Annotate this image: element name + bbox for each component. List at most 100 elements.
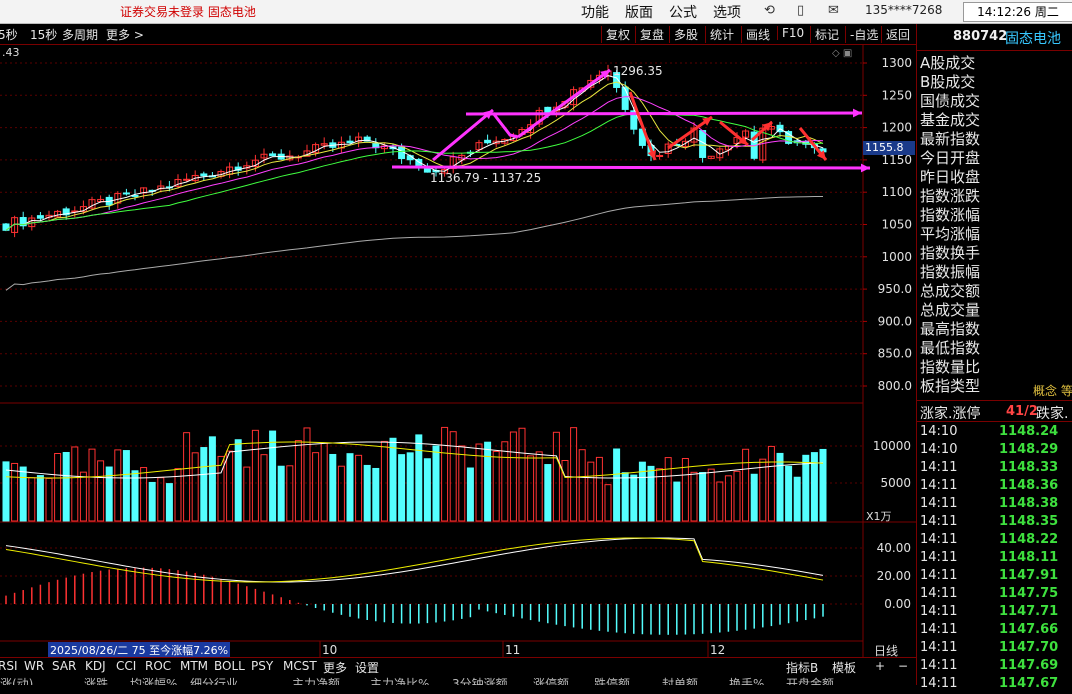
volume-bar — [251, 429, 259, 522]
tick-row: 14:11 1147.69 — [917, 658, 1072, 676]
volume-bar — [363, 464, 371, 522]
template-button[interactable]: 模板 — [832, 659, 856, 676]
col-6[interactable]: 3分钟涨额 — [452, 675, 508, 685]
col-7[interactable]: 涨停额 — [533, 675, 569, 685]
volume-axis-label: 5000 — [880, 476, 911, 490]
quote-field-label: B股成交 — [920, 73, 976, 91]
rise-label: 涨家.涨停 — [920, 406, 981, 422]
tick-price: 1147.66 — [999, 622, 1059, 637]
tab-kdj[interactable]: KDJ — [85, 659, 106, 673]
quote-field-label: 指数涨幅 — [920, 206, 981, 224]
price-axis-label: 850.0 — [878, 347, 912, 361]
tick-time: 14:11 — [920, 514, 958, 529]
volume-bar — [200, 447, 208, 522]
candle-body — [484, 139, 492, 144]
price-axis-label: 1150 — [881, 153, 912, 167]
volume-bar — [423, 458, 431, 522]
volume-bar — [690, 471, 698, 522]
quote-field-label: A股成交 — [920, 54, 976, 72]
rise-value: 41/2 — [1006, 404, 1038, 419]
indicator-tabs: RSI WR SAR KDJ CCI ROC MTM BOLL PSY MCST… — [0, 657, 916, 676]
volume-bar — [613, 448, 621, 522]
volume-bar — [527, 455, 535, 522]
tick-row: 14:10 1148.29 — [917, 442, 1072, 460]
quote-field-label: 最新指数 — [920, 130, 981, 148]
volume-bar — [88, 448, 96, 522]
volume-bar — [544, 464, 552, 522]
col-8[interactable]: 跌停额 — [594, 675, 630, 685]
volume-bar — [294, 440, 302, 522]
diamond-icon[interactable]: ◇ ▣ — [832, 48, 852, 59]
col-4[interactable]: 主力净额 — [292, 675, 340, 685]
tick-price: 1148.38 — [999, 496, 1059, 511]
candle-body — [36, 215, 44, 219]
volume-bar — [707, 468, 715, 522]
indicator-b[interactable]: 指标B — [786, 659, 818, 676]
type-value[interactable]: 概念 等 — [1033, 382, 1072, 399]
volume-bar — [398, 454, 406, 522]
volume-bar — [785, 465, 793, 522]
macd-line — [5, 537, 824, 583]
tick-time: 14:11 — [920, 604, 958, 619]
tab-roc[interactable]: ROC — [145, 659, 171, 673]
tab-more[interactable]: 更多 — [323, 659, 347, 676]
price-axis-label: 900.0 — [878, 314, 912, 328]
volume-bar — [699, 472, 707, 522]
tick-time: 14:11 — [920, 532, 958, 547]
tick-price: 1148.24 — [999, 424, 1059, 439]
tab-mcst[interactable]: MCST — [283, 659, 317, 673]
volume-bar — [759, 458, 767, 522]
tab-cci[interactable]: CCI — [116, 659, 136, 673]
divider — [917, 50, 1072, 51]
volume-bar — [226, 450, 234, 522]
price-axis-label: 1250 — [881, 88, 912, 102]
support-line-head — [860, 163, 870, 173]
candle-body — [656, 155, 664, 158]
volume-bar — [578, 449, 586, 522]
volume-bar — [337, 465, 345, 522]
volume-bar — [621, 472, 629, 522]
volume-bar — [750, 473, 758, 522]
col-1[interactable]: 涨跌 — [84, 675, 108, 685]
volume-bar — [269, 430, 277, 522]
volume-bar — [71, 446, 79, 522]
tab-sar[interactable]: SAR — [52, 659, 76, 673]
col-11[interactable]: 开盘金额 — [786, 675, 834, 685]
volume-bar — [11, 462, 19, 522]
divider — [917, 400, 1072, 401]
volume-bar — [518, 427, 526, 522]
tick-price: 1148.11 — [999, 550, 1059, 565]
tab-mtm[interactable]: MTM — [180, 659, 208, 673]
add-button[interactable]: + — [875, 659, 885, 673]
tab-boll[interactable]: BOLL — [214, 659, 245, 673]
tick-time: 14:11 — [920, 568, 958, 583]
col-0[interactable]: 涨(动) — [0, 675, 33, 685]
volume-bar — [191, 452, 199, 522]
quote-field-label: 总成交额 — [920, 282, 981, 300]
tick-row: 14:11 1147.67 — [917, 676, 1072, 694]
col-10[interactable]: 换手% — [729, 675, 764, 685]
tab-settings[interactable]: 设置 — [355, 659, 379, 676]
volume-bar — [355, 454, 363, 522]
volume-bar — [122, 450, 130, 522]
quote-field-label: 昨日收盘 — [920, 168, 981, 186]
volume-bar — [148, 481, 156, 522]
col-5[interactable]: 主力净比% — [370, 675, 429, 685]
quote-field-label: 基金成交 — [920, 111, 981, 129]
volume-bar — [793, 476, 801, 522]
volume-bar — [19, 466, 27, 522]
volume-bar — [501, 441, 509, 522]
tab-psy[interactable]: PSY — [251, 659, 273, 673]
tick-time: 14:10 — [920, 424, 958, 439]
col-9[interactable]: 封单额 — [662, 675, 698, 685]
tab-wr[interactable]: WR — [24, 659, 44, 673]
remove-button[interactable]: − — [898, 659, 908, 673]
kline-chart[interactable]: 1300 1250 1200 1150 1100 1050 1000 950.0 900.0 85… — [0, 0, 916, 685]
tab-rsi[interactable]: RSI — [0, 659, 18, 673]
volume-bar — [114, 449, 122, 522]
quote-field-label: 国债成交 — [920, 92, 981, 110]
index-name[interactable]: 固态电池 — [1005, 28, 1061, 48]
col-3[interactable]: 细分行业 — [190, 675, 238, 685]
tick-row: 14:11 1148.33 — [917, 460, 1072, 478]
col-2[interactable]: 均涨幅% — [130, 675, 177, 685]
